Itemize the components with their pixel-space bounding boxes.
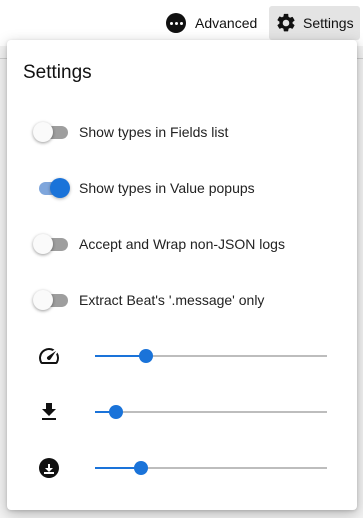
slider-track[interactable]	[95, 461, 327, 475]
slider-track[interactable]	[95, 405, 327, 419]
toggle-show-types-fields-list[interactable]: Show types in Fields list	[33, 120, 228, 144]
more-horizontal-icon	[166, 13, 186, 33]
slider-row-download	[37, 400, 337, 424]
slider-thumb[interactable]	[139, 349, 154, 363]
toggle-label: Extract Beat's '.message' only	[79, 292, 265, 308]
toggle-show-types-value-popups[interactable]: Show types in Value popups	[33, 176, 255, 200]
toggle-switch[interactable]	[33, 288, 71, 312]
download-circle-icon	[37, 456, 61, 480]
slider-track[interactable]	[95, 349, 327, 363]
toggle-switch[interactable]	[33, 232, 71, 256]
toggle-switch[interactable]	[33, 120, 71, 144]
settings-popup: Settings Show types in Fields list Show …	[7, 40, 357, 510]
settings-title: Settings	[23, 62, 92, 83]
advanced-button[interactable]: Advanced	[166, 10, 257, 36]
toggle-accept-wrap-non-json[interactable]: Accept and Wrap non-JSON logs	[33, 232, 285, 256]
background-divider	[0, 58, 7, 59]
toggle-extract-beat-message[interactable]: Extract Beat's '.message' only	[33, 288, 264, 312]
toggle-label: Show types in Value popups	[79, 180, 255, 196]
toggle-label: Accept and Wrap non-JSON logs	[79, 236, 285, 252]
slider-row-download-circle	[37, 456, 337, 480]
toggle-label: Show types in Fields list	[79, 124, 229, 140]
download-icon	[37, 400, 61, 424]
slider-thumb[interactable]	[134, 461, 149, 475]
toggle-switch[interactable]	[33, 176, 71, 200]
slider-row-speed	[37, 344, 337, 368]
slider-thumb[interactable]	[108, 405, 123, 419]
advanced-button-label: Advanced	[195, 15, 258, 31]
background-divider-right	[357, 58, 363, 59]
gear-icon	[275, 12, 297, 34]
settings-button-label: Settings	[303, 15, 354, 31]
speedometer-icon	[37, 344, 61, 368]
settings-button[interactable]: Settings	[269, 6, 360, 40]
